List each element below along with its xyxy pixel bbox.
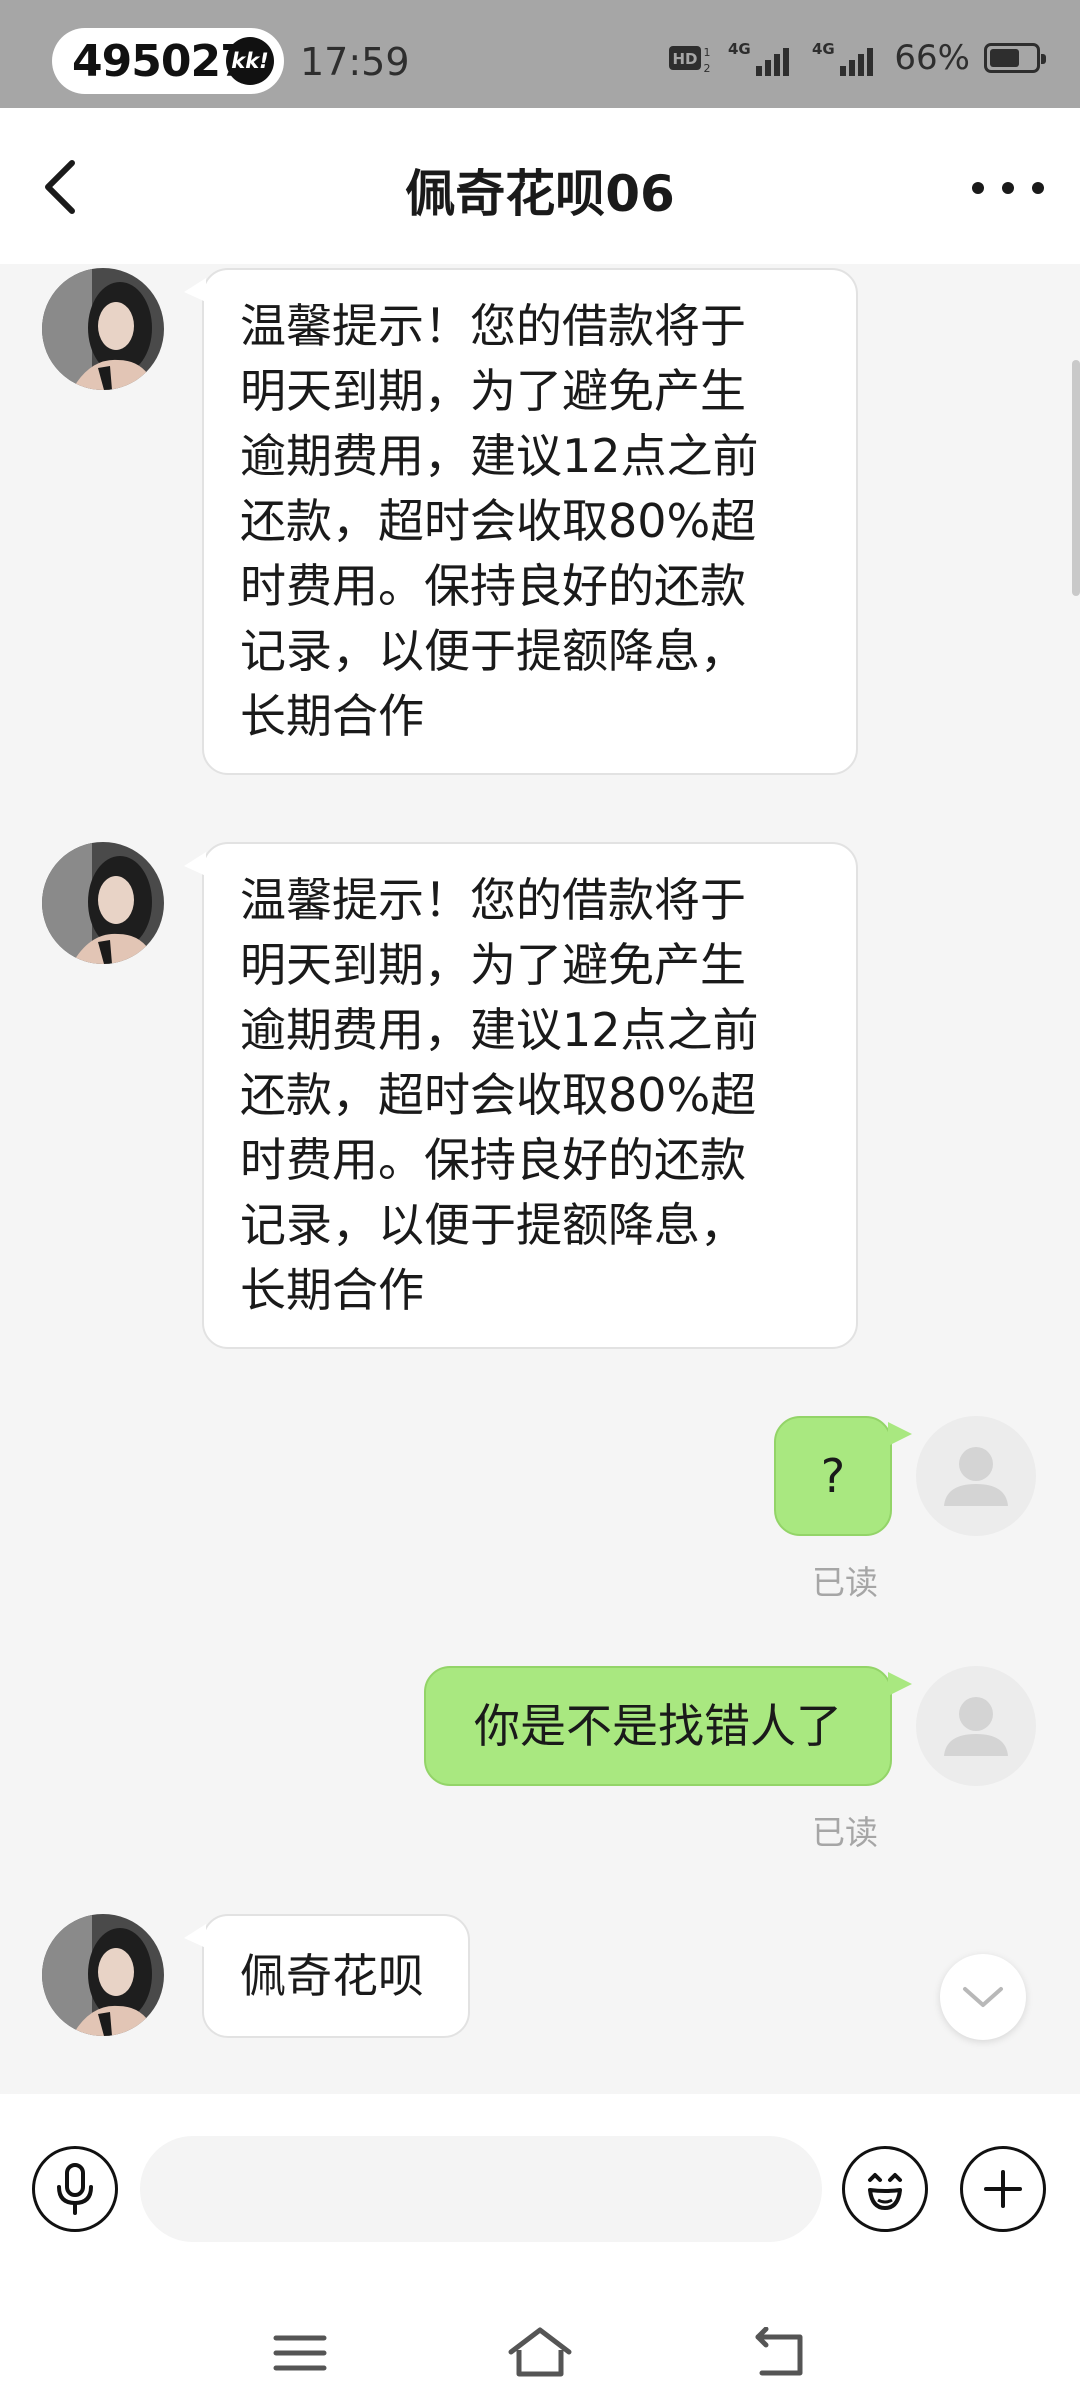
message-text: 你是不是找错人了 — [474, 1698, 842, 1753]
contact-avatar[interactable] — [42, 842, 164, 964]
notification-pill[interactable]: 495027 kk! — [52, 28, 284, 94]
emoji-button[interactable] — [842, 2146, 928, 2232]
network-2-label: 4G — [812, 40, 835, 58]
home-icon — [508, 2327, 572, 2377]
back-nav-button[interactable] — [740, 2318, 820, 2388]
contact-avatar[interactable] — [42, 1914, 164, 2036]
system-nav-bar — [0, 2298, 1080, 2408]
notification-badge: kk! — [226, 37, 274, 85]
status-indicators: HD 1 2 4G 4G 66% — [668, 38, 1046, 78]
message-line: 明天到期，为了避免产生 — [240, 938, 746, 992]
network-1-label: 4G — [728, 40, 751, 58]
plus-icon — [984, 2170, 1022, 2208]
message-line: 还款，超时会收取80%超 — [240, 1068, 757, 1122]
message-line: 记录，以便于提额降息， — [240, 1198, 746, 1252]
message-line: 长期合作 — [240, 689, 424, 743]
microphone-icon — [57, 2163, 93, 2215]
menu-icon — [273, 2335, 327, 2371]
more-dot-icon — [972, 182, 984, 194]
user-avatar-icon[interactable] — [916, 1666, 1036, 1786]
message-list[interactable]: 温馨提示！您的借款将于 明天到期，为了避免产生 逾期费用，建议12点之前 还款，… — [0, 264, 1080, 2094]
hd-label: HD — [673, 50, 698, 68]
scrollbar[interactable] — [1072, 360, 1080, 596]
message-line: 时费用。保持良好的还款 — [240, 1133, 746, 1187]
svg-text:2: 2 — [704, 62, 711, 75]
hd-icon: HD 1 2 — [668, 38, 712, 78]
message-line: 明天到期，为了避免产生 — [240, 364, 746, 418]
message-text: ? — [820, 1448, 846, 1503]
add-attachment-button[interactable] — [960, 2146, 1046, 2232]
battery-percent: 66% — [894, 38, 970, 78]
message-line: 温馨提示！您的借款将于 — [240, 873, 746, 927]
message-line: 长期合作 — [240, 1263, 424, 1317]
back-arrow-icon — [755, 2327, 803, 2376]
voice-button[interactable] — [32, 2146, 118, 2232]
status-time: 17:59 — [300, 40, 410, 84]
svg-text:1: 1 — [704, 46, 711, 59]
home-button[interactable] — [500, 2318, 580, 2388]
chevron-down-icon — [963, 1987, 1003, 2007]
message-line: 逾期费用，建议12点之前 — [240, 1003, 759, 1057]
message-bubble-sent[interactable]: ? — [774, 1416, 912, 1536]
message-line: 记录，以便于提额降息， — [240, 624, 746, 678]
message-line: 还款，超时会收取80%超 — [240, 494, 757, 548]
more-options-button[interactable] — [972, 168, 1044, 208]
message-line: 温馨提示！您的借款将于 — [240, 299, 746, 353]
battery-fill — [990, 49, 1020, 67]
contact-avatar[interactable] — [42, 268, 164, 390]
message-bubble-sent[interactable]: 你是不是找错人了 — [424, 1666, 912, 1786]
scroll-to-bottom-button[interactable] — [940, 1954, 1026, 2040]
message-bubble-received[interactable]: 温馨提示！您的借款将于 明天到期，为了避免产生 逾期费用，建议12点之前 还款，… — [184, 842, 858, 1349]
recents-button[interactable] — [260, 2318, 340, 2388]
status-bar: 495027 kk! 17:59 HD 1 2 4G 4G 66% — [0, 0, 1080, 108]
message-line: 逾期费用，建议12点之前 — [240, 429, 759, 483]
more-dot-icon — [1032, 182, 1044, 194]
message-input[interactable] — [140, 2136, 822, 2242]
message-text: 佩奇花呗 — [240, 1949, 424, 2003]
smiley-icon — [868, 2173, 902, 2210]
read-status: 已读 — [812, 1813, 878, 1852]
signal-2-icon: 4G — [810, 38, 880, 78]
message-line: 时费用。保持良好的还款 — [240, 559, 746, 613]
read-status: 已读 — [812, 1563, 878, 1602]
message-bubble-received[interactable]: 佩奇花呗 — [184, 1914, 470, 2038]
signal-1-icon: 4G — [726, 38, 796, 78]
chat-title: 佩奇花呗06 — [405, 165, 675, 223]
message-bubble-received[interactable]: 温馨提示！您的借款将于 明天到期，为了避免产生 逾期费用，建议12点之前 还款，… — [184, 268, 858, 775]
input-bar — [0, 2094, 1080, 2298]
more-dot-icon — [1002, 182, 1014, 194]
chat-header: 佩奇花呗06 — [0, 108, 1080, 264]
battery-icon — [984, 43, 1046, 73]
notification-number: 495027 — [72, 35, 251, 87]
user-avatar-icon[interactable] — [916, 1416, 1036, 1536]
